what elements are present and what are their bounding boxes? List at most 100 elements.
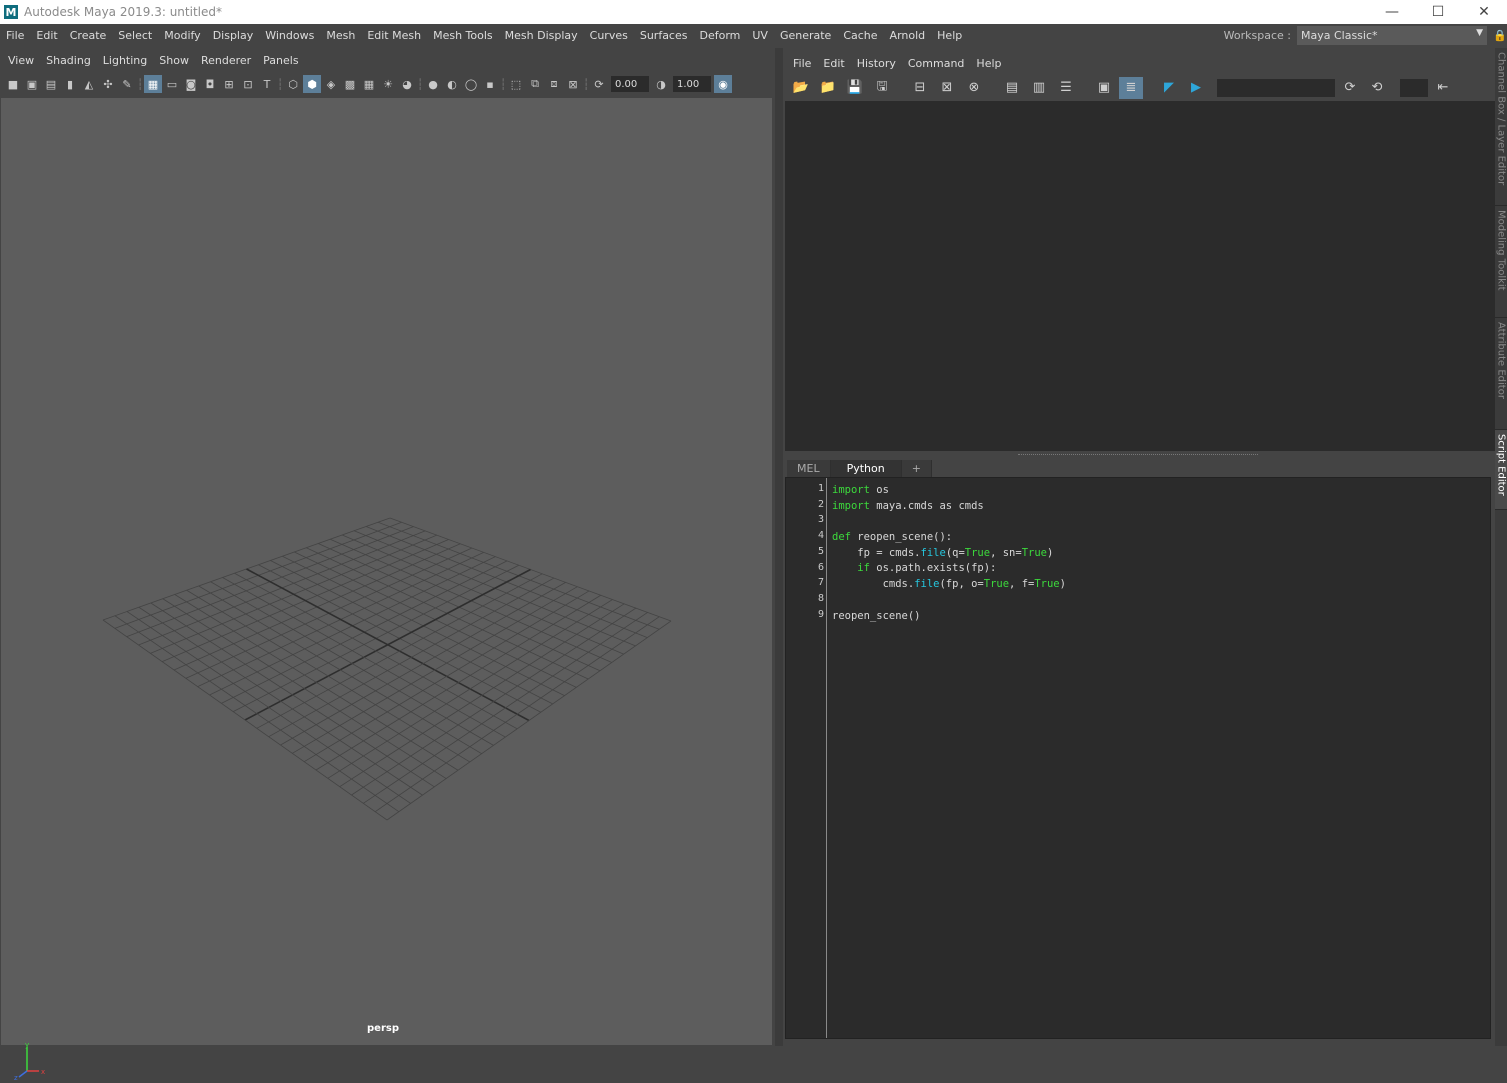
resolution-gate-icon[interactable]: ◙ (182, 75, 200, 93)
maximize-button[interactable]: ☐ (1415, 0, 1461, 24)
depth-of-field-icon[interactable]: ▪ (481, 75, 499, 93)
menu-arnold[interactable]: Arnold (884, 24, 932, 47)
menu-select[interactable]: Select (112, 24, 158, 47)
persp-viewport[interactable]: y x z persp (1, 98, 772, 1082)
anti-aliasing-icon[interactable]: ◯ (462, 75, 480, 93)
checker-icon[interactable]: ▦ (360, 75, 378, 93)
go-to-line-input[interactable] (1400, 78, 1428, 97)
search-next-icon[interactable]: ⟳ (1338, 77, 1362, 99)
tab-script-editor[interactable]: Script Editor (1495, 430, 1507, 510)
show-history-icon[interactable]: ▤ (1000, 77, 1024, 99)
grease-pencil-icon[interactable]: ✎ (118, 75, 136, 93)
camera-attributes-icon[interactable]: ▣ (23, 75, 41, 93)
save-script-icon[interactable]: 💾 (843, 77, 867, 99)
xray-icon[interactable]: ⧉ (526, 75, 544, 93)
panel-menu-show[interactable]: Show (153, 48, 195, 73)
exposure-field[interactable]: 0.00 (611, 76, 649, 92)
panel-menu-panels[interactable]: Panels (257, 48, 304, 73)
se-menu-file[interactable]: File (787, 53, 817, 74)
color-management-icon[interactable]: ◉ (714, 75, 732, 93)
wireframe-icon[interactable]: ⬡ (284, 75, 302, 93)
wireframe-on-shaded-icon[interactable]: ◈ (322, 75, 340, 93)
2d-pan-zoom-icon[interactable]: ✣ (99, 75, 117, 93)
close-button[interactable]: ✕ (1461, 0, 1507, 24)
show-input-icon[interactable]: ▥ (1027, 77, 1051, 99)
menu-modify[interactable]: Modify (158, 24, 206, 47)
minimize-button[interactable]: — (1369, 0, 1415, 24)
bookmark-icon[interactable]: ▮ (61, 75, 79, 93)
workspace-dropdown[interactable]: Maya Classic* ▼ (1297, 26, 1487, 45)
xray-joints-icon[interactable]: ⧈ (545, 75, 563, 93)
smooth-shade-icon[interactable]: ⬢ (303, 75, 321, 93)
lock-icon[interactable]: 🔒 (1493, 29, 1507, 42)
tab-python[interactable]: Python (830, 460, 902, 477)
use-all-lights-icon[interactable]: ☀ (379, 75, 397, 93)
menu-mesh-display[interactable]: Mesh Display (499, 24, 584, 47)
grid-icon[interactable]: ▦ (144, 75, 162, 93)
menu-create[interactable]: Create (64, 24, 113, 47)
safe-action-icon[interactable]: ⊡ (239, 75, 257, 93)
clear-history-icon[interactable]: ⊟ (908, 77, 932, 99)
tab-modeling-toolkit[interactable]: Modeling Toolkit (1495, 206, 1507, 318)
script-history-output[interactable] (785, 101, 1495, 451)
tab-mel[interactable]: MEL (787, 460, 831, 477)
motion-blur-icon[interactable]: ◐ (443, 75, 461, 93)
execute-selected-icon[interactable]: ◤ (1157, 77, 1181, 99)
se-menu-help[interactable]: Help (970, 53, 1007, 74)
select-camera-icon[interactable]: ■ (4, 75, 22, 93)
gate-mask-icon[interactable]: ◘ (201, 75, 219, 93)
execute-all-icon[interactable]: ▶ (1184, 77, 1208, 99)
menu-windows[interactable]: Windows (259, 24, 320, 47)
open-script-icon[interactable]: 📂 (789, 77, 813, 99)
menu-edit[interactable]: Edit (30, 24, 63, 47)
search-input[interactable] (1217, 78, 1335, 97)
menu-edit-mesh[interactable]: Edit Mesh (361, 24, 427, 47)
se-menu-command[interactable]: Command (902, 53, 971, 74)
panel-menu-view[interactable]: View (2, 48, 40, 73)
show-both-icon[interactable]: ☰ (1054, 77, 1078, 99)
menu-mesh-tools[interactable]: Mesh Tools (427, 24, 499, 47)
add-tab-button[interactable]: + (901, 460, 932, 477)
pane-splitter[interactable] (775, 48, 783, 1046)
menu-curves[interactable]: Curves (584, 24, 634, 47)
menu-cache[interactable]: Cache (837, 24, 883, 47)
image-plane-icon[interactable]: ◭ (80, 75, 98, 93)
menu-display[interactable]: Display (207, 24, 260, 47)
shadows-icon[interactable]: ◕ (398, 75, 416, 93)
clear-input-icon[interactable]: ⊠ (935, 77, 959, 99)
ambient-occlusion-icon[interactable]: ● (424, 75, 442, 93)
source-script-icon[interactable]: 📁 (816, 77, 840, 99)
panel-menu-lighting[interactable]: Lighting (97, 48, 153, 73)
menu-surfaces[interactable]: Surfaces (634, 24, 694, 47)
gamma-field[interactable]: 1.00 (673, 76, 711, 92)
history-input-splitter[interactable] (783, 451, 1495, 459)
menu-uv[interactable]: UV (746, 24, 774, 47)
panel-menu-shading[interactable]: Shading (40, 48, 97, 73)
bookmarks-icon[interactable]: ▤ (42, 75, 60, 93)
menu-deform[interactable]: Deform (693, 24, 746, 47)
se-menu-history[interactable]: History (851, 53, 902, 74)
field-chart-icon[interactable]: ⊞ (220, 75, 238, 93)
se-menu-edit[interactable]: Edit (817, 53, 850, 74)
menu-help[interactable]: Help (931, 24, 968, 47)
film-gate-icon[interactable]: ▭ (163, 75, 181, 93)
tab-attribute-editor[interactable]: Attribute Editor (1495, 318, 1507, 430)
safe-title-icon[interactable]: T (258, 75, 276, 93)
menu-file[interactable]: File (0, 24, 30, 47)
clear-all-icon[interactable]: ⊗ (962, 77, 986, 99)
textured-icon[interactable]: ▩ (341, 75, 359, 93)
search-previous-icon[interactable]: ⟲ (1365, 77, 1389, 99)
indent-icon[interactable]: ⇤ (1431, 77, 1455, 99)
panel-menu-renderer[interactable]: Renderer (195, 48, 257, 73)
isolate-select-icon[interactable]: ⬚ (507, 75, 525, 93)
line-numbers-icon[interactable]: ≣ (1119, 76, 1143, 99)
xray-components-icon[interactable]: ⊠ (564, 75, 582, 93)
menu-generate[interactable]: Generate (774, 24, 837, 47)
echo-all-commands-icon[interactable]: ▣ (1092, 77, 1116, 99)
exposure-icon[interactable]: ⟳ (590, 75, 608, 93)
gamma-icon[interactable]: ◑ (652, 75, 670, 93)
menu-mesh[interactable]: Mesh (320, 24, 361, 47)
save-script-to-shelf-icon[interactable]: 🖫 (870, 77, 894, 99)
tab-channel-box[interactable]: Channel Box / Layer Editor (1495, 48, 1507, 206)
script-input-editor[interactable]: 1 2 3 4 5 6 7 8 9 import os import maya.… (785, 477, 1491, 1039)
